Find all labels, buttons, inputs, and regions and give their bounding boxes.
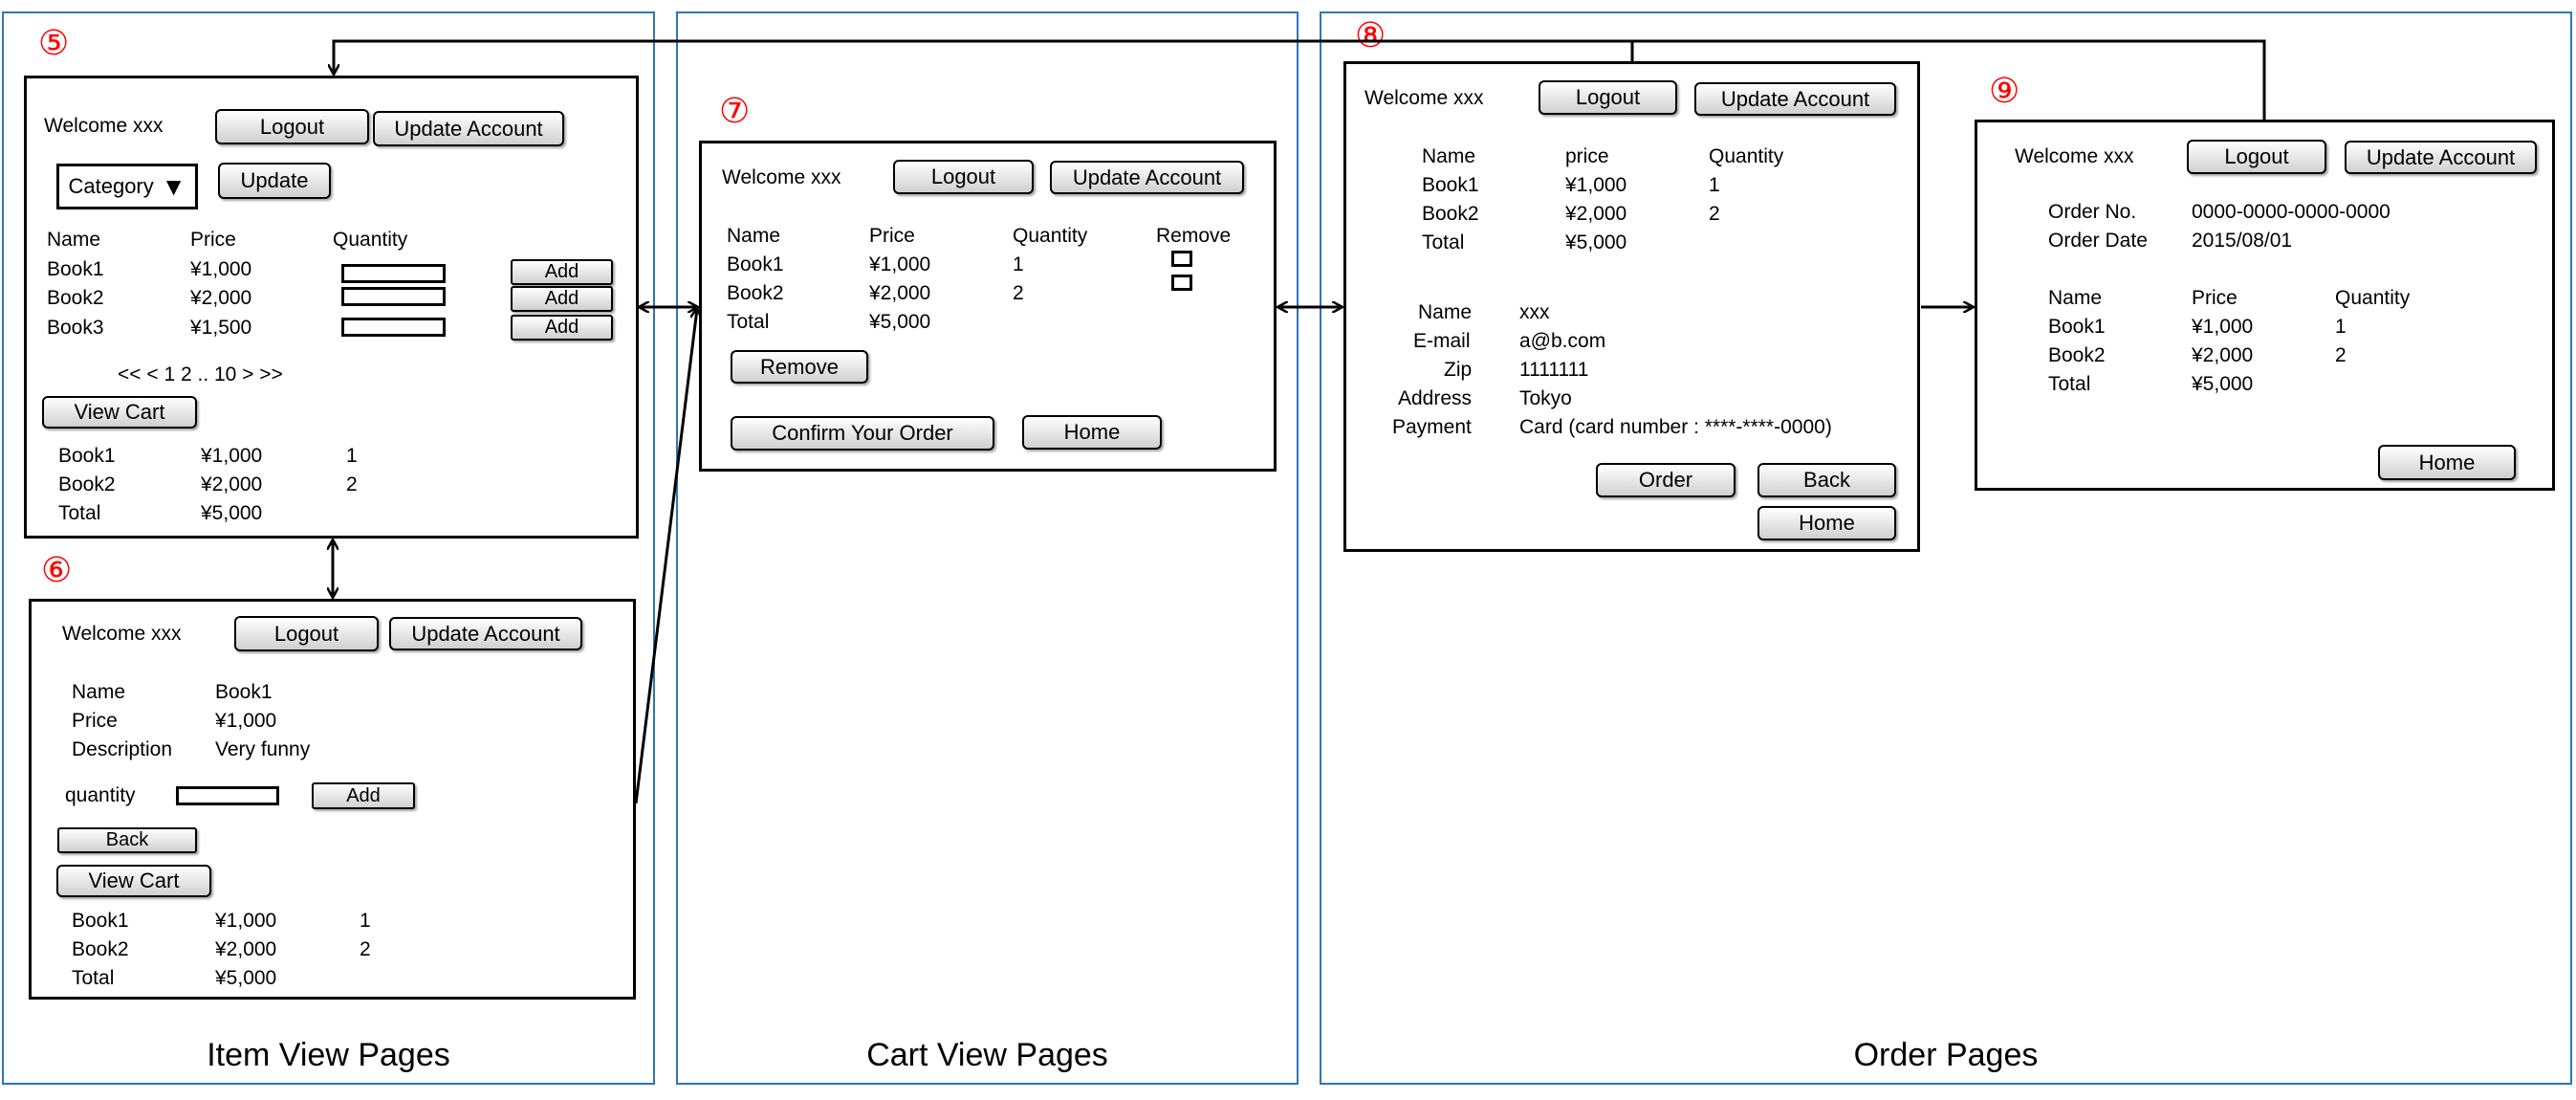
arrow-detail-cart [634,309,697,804]
flow-arrows [0,39,2266,804]
arrow-home-to-list [334,39,2266,120]
